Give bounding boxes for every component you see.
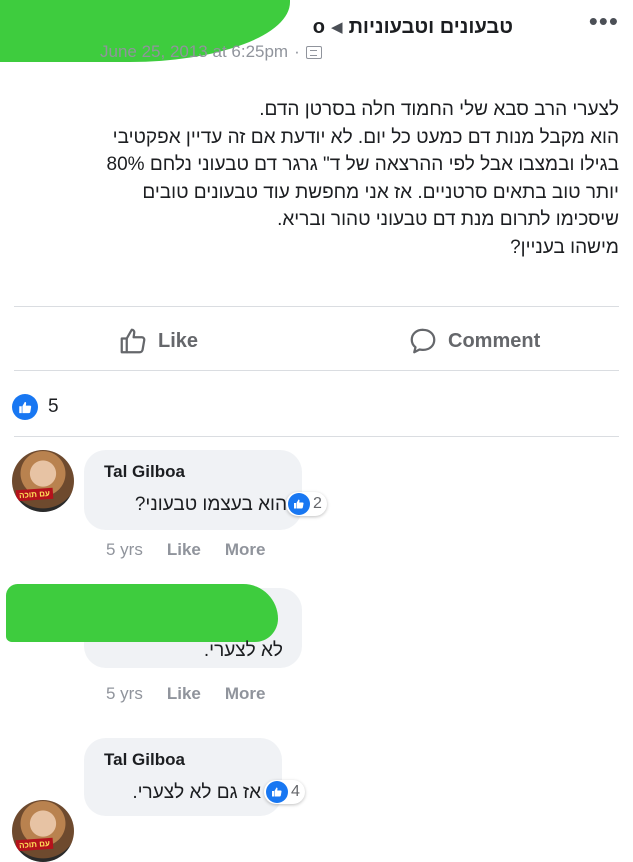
comment-like-count: 4 <box>291 783 300 800</box>
post-line: הוא מקבל מנות דם כמעט כל יום. לא יודעת א… <box>112 126 619 148</box>
comment-author[interactable]: Tal Gilboa <box>104 750 185 770</box>
thumbs-up-icon <box>120 328 146 354</box>
post-line: בגילו ובמצבו אבל לפי ההרצאה של ד" גרגר ד… <box>106 154 619 175</box>
avatar[interactable]: עם תוכה <box>12 450 74 512</box>
more-dots-icon[interactable]: ••• <box>589 6 619 36</box>
comment-like-link[interactable]: Like <box>167 684 201 704</box>
comment-reaction[interactable]: 2 <box>286 492 327 516</box>
reactions-summary[interactable]: 5 <box>12 394 59 420</box>
divider <box>14 370 619 371</box>
separator-dot: · <box>294 42 300 61</box>
comment-icon <box>410 328 436 354</box>
post-line: יותר טוב בתאים סרטניים. אז אני מחפשת עוד… <box>142 181 619 203</box>
divider <box>14 306 619 307</box>
avatar-banner: עם תוכה <box>15 487 54 502</box>
comment-author[interactable]: Tal Gilboa <box>104 462 185 482</box>
comment-label: Comment <box>448 329 541 352</box>
audience-icon[interactable] <box>305 45 322 59</box>
like-reaction-icon <box>266 781 288 803</box>
group-name-link[interactable]: טבעונים וטבעוניות <box>349 16 513 39</box>
avatar-banner: עם תוכה <box>15 837 54 852</box>
post-line: מישהו בעניין? <box>510 236 619 258</box>
chevron-right-icon: ◀ <box>331 19 343 36</box>
post-header: טבעונים וטבעוניות ◀ o <box>130 12 513 42</box>
divider <box>14 436 619 437</box>
comment-more-link[interactable]: More <box>225 540 266 560</box>
reaction-count: 5 <box>48 396 59 417</box>
comment-reaction[interactable]: 4 <box>264 780 305 804</box>
post-date[interactable]: June 25, 2013 at 6:25pm <box>100 42 288 62</box>
like-reaction-icon <box>12 394 38 420</box>
comment-text: לא לצערי. <box>203 640 283 661</box>
comment-like-count: 2 <box>313 495 322 512</box>
poster-name[interactable]: o <box>313 16 325 39</box>
redaction-mark <box>6 584 278 642</box>
post-line: לצערי הרב סבא שלי החמוד חלה בסרטן הדם. <box>259 99 619 120</box>
comment-text: אז גם לא לצערי. <box>132 782 261 803</box>
post-line: שיסכימו לתרום מנת דם טבעוני טהור ובריא. <box>277 209 619 230</box>
comment-like-link[interactable]: Like <box>167 540 201 560</box>
comment-meta: 5 yrs Like More <box>106 684 266 704</box>
comment-age[interactable]: 5 yrs <box>106 540 143 560</box>
like-button[interactable]: Like <box>118 326 198 356</box>
comment-more-link[interactable]: More <box>225 684 266 704</box>
post-text: לצערי הרב סבא שלי החמוד חלה בסרטן הדם. ה… <box>14 96 619 261</box>
comment-text: הוא בעצמו טבעוני? <box>134 494 287 515</box>
comment-meta: 5 yrs Like More <box>106 540 266 560</box>
like-reaction-icon <box>288 493 310 515</box>
comment-age[interactable]: 5 yrs <box>106 684 143 704</box>
post-timestamp[interactable]: June 25, 2013 at 6:25pm · <box>100 42 322 62</box>
avatar[interactable]: עם תוכה <box>12 800 74 862</box>
like-label: Like <box>158 329 199 352</box>
comment-button[interactable]: Comment <box>408 326 540 356</box>
